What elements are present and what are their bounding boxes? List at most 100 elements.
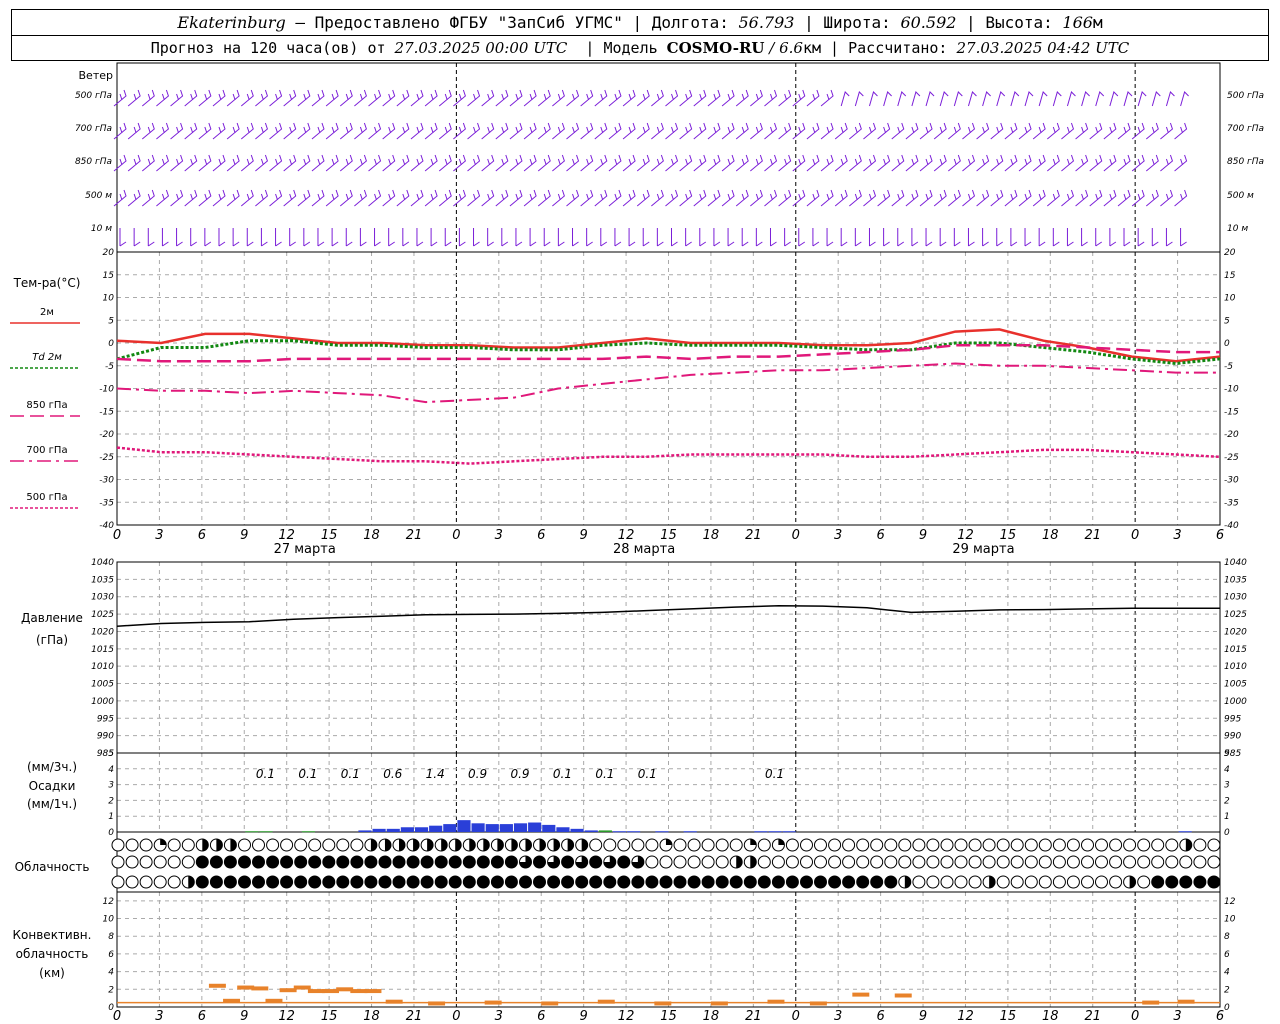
wind-barb bbox=[962, 154, 976, 172]
wind-barb bbox=[693, 189, 707, 207]
cloud-symbol bbox=[448, 855, 462, 869]
wind-barb bbox=[501, 228, 509, 247]
cloud-symbol bbox=[687, 875, 701, 889]
cloud-symbol bbox=[420, 875, 434, 889]
precip-3h-label: 0.1 bbox=[595, 767, 614, 781]
cloud-symbol bbox=[954, 875, 968, 889]
cloud-symbol bbox=[701, 855, 715, 869]
convective-bar bbox=[852, 992, 870, 997]
wind-barb bbox=[170, 189, 184, 207]
wind-barb bbox=[212, 89, 226, 107]
wind-barb bbox=[127, 189, 141, 207]
wind-barb bbox=[1151, 91, 1161, 107]
precip-bar bbox=[443, 824, 457, 832]
cloud-symbol bbox=[785, 838, 799, 852]
wind-barb bbox=[656, 228, 664, 247]
cloud-symbol-fill bbox=[736, 856, 743, 869]
wind-barb bbox=[600, 228, 608, 247]
wind-barb bbox=[368, 122, 382, 140]
wind-barb bbox=[444, 228, 452, 247]
wind-barb bbox=[509, 89, 523, 107]
wind-barb bbox=[515, 228, 523, 247]
convective-bars bbox=[117, 983, 1220, 1006]
wind-barb bbox=[240, 122, 254, 140]
temperature-xtick-label: 15 bbox=[321, 528, 338, 543]
wind-barb bbox=[1004, 154, 1018, 172]
precip-3h-label: 0.1 bbox=[553, 767, 572, 781]
cloud-symbol bbox=[125, 855, 139, 869]
temperature-ytick-right: -35 bbox=[1224, 498, 1239, 508]
pressure-ytick-left: 990 bbox=[97, 732, 114, 742]
wind-barb bbox=[1010, 91, 1020, 107]
wind-barb bbox=[608, 122, 622, 140]
precip-bar bbox=[358, 830, 372, 832]
temperature-xtick-label: 6 bbox=[198, 528, 206, 543]
cloud-symbol bbox=[645, 855, 659, 869]
pressure-ytick-left: 1030 bbox=[91, 593, 114, 603]
wind-barb bbox=[529, 228, 537, 247]
wind-barb bbox=[840, 91, 850, 107]
precip-bar bbox=[457, 820, 471, 832]
temperature-ytick-left: -35 bbox=[99, 498, 114, 508]
cloud-symbol bbox=[701, 838, 715, 852]
cloud-symbol bbox=[856, 855, 870, 869]
wind-barb bbox=[226, 89, 240, 107]
cloud-symbol bbox=[111, 855, 125, 869]
convective-ytick-right: 6 bbox=[1224, 950, 1230, 960]
wind-level-right: 500 гПа bbox=[1227, 91, 1264, 101]
wind-barb bbox=[891, 189, 905, 207]
convective-ytick-left: 10 bbox=[103, 915, 115, 925]
wind-barb bbox=[537, 89, 551, 107]
cloud-symbol bbox=[490, 855, 504, 869]
cloud-symbol bbox=[1179, 875, 1193, 889]
wind-barb bbox=[622, 154, 636, 172]
cloud-symbol-fill bbox=[216, 838, 223, 851]
cloud-symbol bbox=[659, 855, 673, 869]
wind-barb bbox=[820, 154, 834, 172]
wind-barb bbox=[1117, 154, 1131, 172]
cloud-symbol bbox=[561, 855, 575, 869]
wind-barb bbox=[156, 89, 170, 107]
precip-bar bbox=[245, 831, 259, 833]
cloud-symbol-fill bbox=[202, 839, 209, 851]
wind-barb bbox=[651, 154, 664, 172]
wind-barb bbox=[750, 89, 763, 107]
temperature-xtick-label: 3 bbox=[1173, 528, 1181, 543]
cloud-symbol bbox=[1165, 855, 1179, 869]
wind-barb bbox=[382, 154, 396, 172]
date-label: 28 марта bbox=[613, 542, 675, 557]
wind-barb bbox=[764, 89, 778, 107]
wind-barb bbox=[430, 228, 438, 247]
cloud-symbol-fill bbox=[160, 838, 167, 845]
pressure-ytick-right: 995 bbox=[1224, 714, 1241, 724]
wind-barb bbox=[410, 89, 424, 107]
wind-barb bbox=[778, 122, 792, 140]
wind-barb bbox=[453, 189, 466, 207]
pressure-ytick-right: 1000 bbox=[1224, 697, 1247, 707]
wind-barb bbox=[198, 122, 212, 140]
wind-barb bbox=[849, 122, 862, 140]
wind-barb bbox=[699, 228, 707, 247]
pressure-ytick-left: 1035 bbox=[91, 575, 114, 585]
cloud-symbol bbox=[842, 855, 856, 869]
precip-title: Осадки bbox=[29, 779, 76, 793]
wind-barb bbox=[622, 122, 636, 140]
wind-barb bbox=[523, 189, 537, 207]
wind-level-left: 500 гПа bbox=[75, 91, 112, 101]
wind-barb bbox=[354, 189, 367, 207]
wind-barb bbox=[764, 154, 778, 172]
cloud-symbol bbox=[280, 838, 294, 852]
precip-3h-label: 0.1 bbox=[638, 767, 657, 781]
wind-barb bbox=[339, 122, 353, 140]
convective-xtick-label: 3 bbox=[495, 1009, 503, 1024]
cloud-symbol bbox=[1207, 875, 1221, 889]
cloud-symbol-fill bbox=[778, 838, 785, 845]
wind-barb bbox=[792, 122, 806, 140]
cloud-symbol bbox=[940, 855, 954, 869]
wind-barb bbox=[707, 89, 721, 107]
wind-barb bbox=[792, 154, 806, 172]
convective-xtick-label: 6 bbox=[537, 1009, 545, 1024]
temperature-xtick-label: 0 bbox=[113, 528, 121, 543]
wind-barb bbox=[198, 154, 212, 172]
wind-barb bbox=[368, 89, 382, 107]
